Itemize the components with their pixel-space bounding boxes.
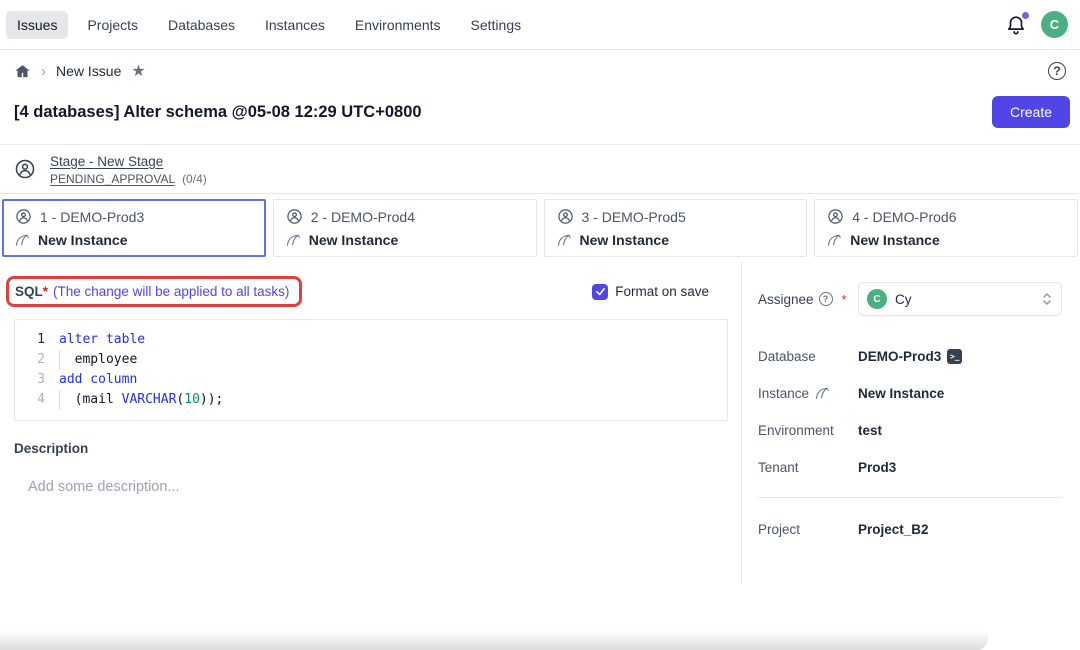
instance-value: New Instance bbox=[858, 386, 944, 401]
format-on-save-label: Format on save bbox=[615, 284, 709, 299]
nav-item-projects[interactable]: Projects bbox=[76, 11, 149, 39]
code-segment: employee bbox=[59, 352, 137, 367]
sql-console-icon[interactable]: >_ bbox=[947, 349, 962, 364]
assignee-required-mark: * bbox=[842, 292, 847, 307]
create-button[interactable]: Create bbox=[992, 96, 1070, 128]
stage-link[interactable]: Stage - New Stage bbox=[50, 154, 163, 169]
task-instance: New Instance bbox=[850, 232, 939, 248]
editor-line: 2 employee bbox=[15, 350, 727, 370]
task-title: 1 - DEMO-Prod3 bbox=[40, 209, 144, 225]
task-title: 4 - DEMO-Prod6 bbox=[852, 209, 956, 225]
approver-icon bbox=[14, 158, 36, 180]
task-card-1[interactable]: 1 - DEMO-Prod3 New Instance bbox=[2, 199, 266, 257]
notification-dot bbox=[1022, 12, 1029, 19]
format-on-save-checkbox[interactable] bbox=[592, 284, 608, 300]
editor-line: 3 add column bbox=[15, 370, 727, 390]
breadcrumb: › New Issue ★ ? bbox=[0, 50, 1080, 92]
database-label: Database bbox=[758, 349, 858, 364]
assignee-value: Cy bbox=[895, 292, 912, 307]
task-title: 3 - DEMO-Prod5 bbox=[582, 209, 686, 225]
project-label: Project bbox=[758, 522, 858, 537]
nav-item-environments[interactable]: Environments bbox=[344, 11, 452, 39]
environment-value: test bbox=[858, 423, 882, 438]
stage-progress: (0/4) bbox=[182, 172, 207, 186]
mysql-dolphin-icon bbox=[286, 233, 301, 248]
bottom-sheet-shadow bbox=[0, 630, 988, 650]
task-detail-panel: SQL* (The change will be applied to all … bbox=[0, 262, 742, 584]
task-card-4[interactable]: 4 - DEMO-Prod6 New Instance bbox=[814, 199, 1078, 257]
task-instance: New Instance bbox=[309, 232, 398, 248]
favorite-star-icon[interactable]: ★ bbox=[131, 61, 145, 81]
tenant-value: Prod3 bbox=[858, 460, 896, 475]
nav-item-instances[interactable]: Instances bbox=[254, 11, 336, 39]
line-number: 1 bbox=[15, 330, 59, 350]
task-instance: New Instance bbox=[38, 232, 127, 248]
environment-label: Environment bbox=[758, 423, 858, 438]
task-card-3[interactable]: 3 - DEMO-Prod5 New Instance bbox=[544, 199, 808, 257]
project-value: Project_B2 bbox=[858, 522, 929, 537]
mysql-dolphin-icon bbox=[557, 233, 572, 248]
notification-bell-icon[interactable] bbox=[1005, 14, 1027, 36]
sql-editor[interactable]: 1 alter table 2 employee 3 add column 4 … bbox=[14, 319, 728, 421]
breadcrumb-separator: › bbox=[41, 63, 46, 80]
tenant-label: Tenant bbox=[758, 460, 858, 475]
database-value[interactable]: DEMO-Prod3 bbox=[858, 349, 941, 364]
approver-icon bbox=[827, 208, 844, 225]
code-segment: (mail bbox=[59, 392, 122, 407]
home-icon[interactable] bbox=[14, 63, 31, 80]
breadcrumb-current-page: New Issue bbox=[56, 63, 121, 79]
task-title: 2 - DEMO-Prod4 bbox=[311, 209, 415, 225]
line-number: 2 bbox=[15, 350, 59, 370]
user-avatar[interactable]: C bbox=[1041, 11, 1068, 38]
assignee-select[interactable]: C Cy bbox=[858, 282, 1062, 316]
stage-status-link[interactable]: PENDING_APPROVAL bbox=[50, 172, 175, 186]
editor-line: 1 alter table bbox=[15, 330, 727, 350]
sql-hint: (The change will be applied to all tasks… bbox=[53, 284, 289, 299]
approver-icon bbox=[557, 208, 574, 225]
line-number: 3 bbox=[15, 370, 59, 390]
task-cards-row: 1 - DEMO-Prod3 New Instance 2 - DEMO-Pro… bbox=[0, 194, 1080, 262]
top-nav: Issues Projects Databases Instances Envi… bbox=[0, 0, 1080, 50]
help-icon[interactable]: ? bbox=[1048, 62, 1066, 80]
task-instance: New Instance bbox=[580, 232, 669, 248]
sql-label-annotation-highlight: SQL* (The change will be applied to all … bbox=[6, 276, 302, 307]
mysql-dolphin-icon bbox=[815, 386, 830, 401]
line-number: 4 bbox=[15, 390, 59, 410]
format-on-save-toggle[interactable]: Format on save bbox=[592, 284, 727, 300]
sql-label: SQL bbox=[15, 284, 43, 299]
sql-required-mark: * bbox=[43, 284, 48, 299]
mysql-dolphin-icon bbox=[15, 233, 30, 248]
code-segment: add column bbox=[59, 372, 137, 387]
task-card-2[interactable]: 2 - DEMO-Prod4 New Instance bbox=[273, 199, 537, 257]
nav-item-settings[interactable]: Settings bbox=[460, 11, 533, 39]
instance-label: Instance bbox=[758, 386, 858, 401]
code-segment: alter table bbox=[59, 332, 145, 347]
assignee-label: Assignee ? * bbox=[758, 292, 847, 307]
mysql-dolphin-icon bbox=[827, 233, 842, 248]
code-segment: )); bbox=[200, 392, 223, 407]
approver-icon bbox=[15, 208, 32, 225]
page-title: [4 databases] Alter schema @05-08 12:29 … bbox=[14, 103, 422, 122]
code-segment: 10 bbox=[184, 392, 200, 407]
description-input[interactable]: Add some description... bbox=[28, 479, 727, 495]
nav-item-databases[interactable]: Databases bbox=[157, 11, 246, 39]
check-icon bbox=[595, 286, 606, 297]
assignee-avatar: C bbox=[867, 289, 887, 309]
chevron-up-down-icon bbox=[1041, 291, 1053, 307]
issue-sidebar: Assignee ? * C Cy Database DEMO-Prod3 >_ bbox=[742, 262, 1080, 584]
stage-section: Stage - New Stage PENDING_APPROVAL (0/4) bbox=[0, 144, 1080, 194]
editor-line: 4 (mail VARCHAR(10)); bbox=[15, 390, 727, 410]
code-segment: VARCHAR bbox=[122, 392, 177, 407]
approver-icon bbox=[286, 208, 303, 225]
nav-item-issues[interactable]: Issues bbox=[6, 11, 68, 39]
assignee-help-icon[interactable]: ? bbox=[819, 292, 833, 306]
description-label: Description bbox=[14, 441, 727, 456]
sidebar-divider bbox=[758, 497, 1062, 498]
